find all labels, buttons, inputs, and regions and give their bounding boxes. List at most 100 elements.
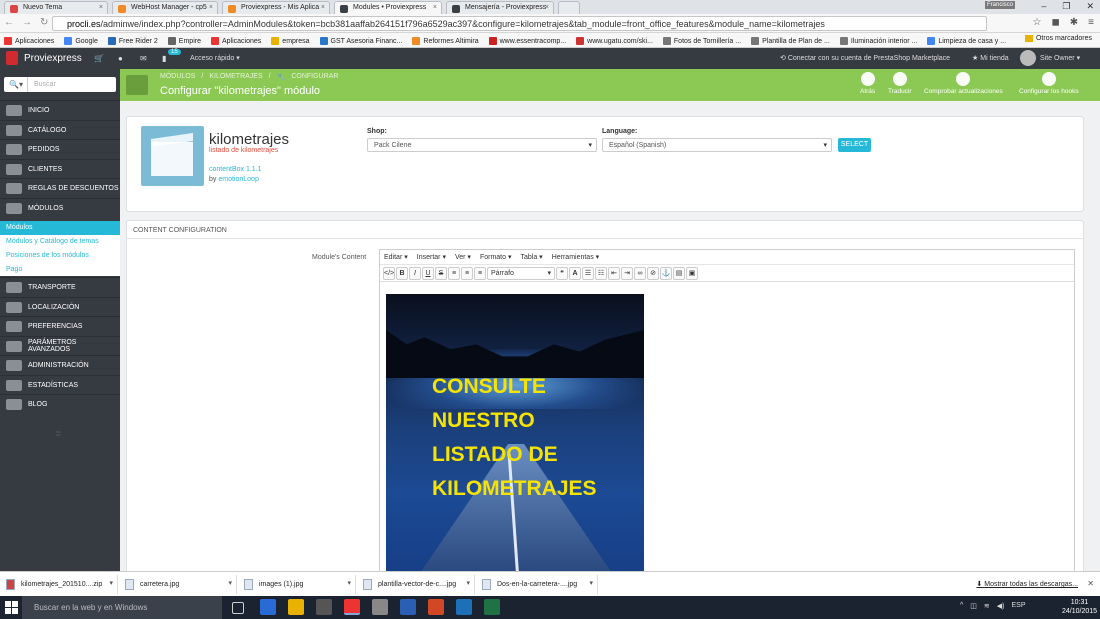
italic-icon[interactable]: I (409, 267, 421, 280)
check-updates-button[interactable]: Comprobar actualizaciones (924, 72, 1003, 95)
minimize-icon[interactable]: – (1041, 1, 1046, 12)
store-icon[interactable] (316, 599, 332, 615)
wifi-icon[interactable]: ≋ (984, 602, 990, 610)
rich-text-editor[interactable]: Editar ▾ Insertar ▾ Ver ▾ Formato ▾ Tabla ▾ H… (379, 249, 1075, 579)
excel-icon[interactable] (484, 599, 500, 615)
employee-menu[interactable]: Site Owner ▾ (1040, 54, 1080, 62)
source-code-icon[interactable]: </> (383, 267, 395, 280)
link-icon[interactable]: ∞ (634, 267, 646, 280)
align-right-icon[interactable]: ≡ (474, 267, 486, 280)
bookmark-item[interactable]: Limpieza de casa y ... (927, 35, 1006, 47)
back-icon[interactable]: ← (4, 17, 14, 28)
chrome-icon[interactable] (344, 599, 360, 615)
bookmark-item[interactable]: empresa (271, 35, 310, 47)
url-input[interactable]: procli.es/adminwe/index.php?controller=A… (52, 16, 987, 31)
bookmark-item[interactable]: www.essentracomp... (488, 35, 566, 47)
chevron-down-icon[interactable]: ▾ (109, 579, 113, 587)
star-icon[interactable]: ☆ (1032, 17, 1041, 28)
cart-icon[interactable]: 🛒 (94, 54, 104, 63)
powerpoint-icon[interactable] (428, 599, 444, 615)
edge-icon[interactable] (260, 599, 276, 615)
reload-icon[interactable]: ↻ (40, 17, 48, 28)
media-icon[interactable]: ▤ (673, 267, 685, 280)
close-icon[interactable]: × (209, 4, 213, 11)
image-icon[interactable]: ▣ (686, 267, 698, 280)
word-icon[interactable] (400, 599, 416, 615)
bookmark-item[interactable]: Aplicaciones (4, 35, 54, 47)
sidebar-item-preferencias[interactable]: Preferencias (0, 316, 120, 335)
sidebar-item-estadísticas[interactable]: Estadísticas (0, 375, 120, 394)
browser-tab-active[interactable]: Modules • Proviexpress × (334, 1, 442, 14)
taskbar-search-input[interactable]: Buscar en la web y en Windows (22, 596, 222, 619)
bookmark-item[interactable]: Google (64, 35, 98, 47)
browser-tab[interactable]: Mensajería - Proviexpress × (446, 1, 554, 14)
close-icon[interactable]: ✕ (1087, 579, 1094, 588)
anchor-icon[interactable]: ⚓ (660, 267, 672, 280)
close-icon[interactable]: × (545, 4, 549, 11)
download-item[interactable]: plantilla-vector-de-c....jpg ▾ (359, 575, 475, 594)
maximize-icon[interactable]: ❐ (1062, 1, 1070, 12)
chevron-down-icon[interactable]: ▾ (228, 579, 232, 587)
translate-button[interactable]: Traducir (888, 72, 912, 95)
editor-menu-item[interactable]: Formato ▾ (480, 253, 512, 264)
extension-icon[interactable]: ◼ (1051, 17, 1059, 28)
align-left-icon[interactable]: ≡ (448, 267, 460, 280)
text-color-icon[interactable]: A (569, 267, 581, 280)
bookmark-item[interactable]: Plantilla de Plan de ... (751, 35, 830, 47)
file-explorer-icon[interactable] (288, 599, 304, 615)
bookmark-item[interactable]: Reformes Altimira (412, 35, 479, 47)
sidebar-search[interactable]: 🔍▾ Buscar (4, 77, 116, 92)
back-button[interactable]: Atrás (860, 72, 875, 95)
download-item[interactable]: images (1).jpg ▾ (240, 575, 356, 594)
sidebar-item-inicio[interactable]: Inicio (0, 100, 120, 119)
indent-icon[interactable]: ⇥ (621, 267, 633, 280)
select-button[interactable]: SELECT (838, 138, 871, 152)
bookmark-item[interactable]: Free Rider 2 (107, 35, 158, 47)
search-input[interactable]: Buscar (34, 81, 56, 88)
sidebar-item-módulos[interactable]: Módulos (0, 198, 120, 217)
align-center-icon[interactable]: ≡ (461, 267, 473, 280)
download-item[interactable]: kilometrajes_201510....zip ▾ (2, 575, 118, 594)
close-icon[interactable]: × (433, 4, 437, 11)
download-item[interactable]: Dos-en-la-carretera-....jpg ▾ (478, 575, 598, 594)
sidebar-item-catálogo[interactable]: Catálogo (0, 120, 120, 139)
browser-tab[interactable]: Proviexpress - Mis Aplica × (222, 1, 330, 14)
clock[interactable]: 10:31 24/10/2015 (1062, 598, 1097, 616)
bold-icon[interactable]: B (396, 267, 408, 280)
editor-menu-item[interactable]: Herramientas ▾ (552, 253, 599, 264)
sidebar-subitem[interactable]: Módulos (0, 221, 120, 235)
chevron-down-icon[interactable]: ▾ (466, 579, 470, 587)
outdent-icon[interactable]: ⇤ (608, 267, 620, 280)
avatar[interactable] (1020, 50, 1036, 66)
sidebar-subitem[interactable]: Pago (0, 263, 120, 277)
bookmark-item[interactable]: Iluminación interior ... (839, 35, 917, 47)
sidebar-item-transporte[interactable]: Transporte (0, 277, 120, 296)
underline-icon[interactable]: U (422, 267, 434, 280)
sidebar-item-parámetros-avanzados[interactable]: Parámetros avanzados (0, 336, 120, 355)
search-icon[interactable]: 🔍▾ (4, 77, 28, 92)
browser-tab[interactable]: WebHost Manager - cp5 × (112, 1, 218, 14)
collapse-handle-icon[interactable]: ≣ (55, 429, 62, 438)
bookmark-item[interactable]: Empire (167, 35, 201, 47)
close-icon[interactable]: × (321, 4, 325, 11)
volume-icon[interactable]: ◀) (997, 602, 1005, 610)
bookmark-item[interactable]: www.ugatu.com/ski... (576, 35, 653, 47)
sidebar-item-clientes[interactable]: Clientes (0, 159, 120, 178)
menu-icon[interactable]: ≡ (1088, 17, 1094, 28)
network-icon[interactable]: ◫ (970, 602, 977, 610)
bookmark-item[interactable]: Aplicaciones (210, 35, 261, 47)
app-icon[interactable] (372, 599, 388, 615)
sidebar-item-administración[interactable]: Administración (0, 355, 120, 374)
sidebar-item-blog[interactable]: Blog (0, 394, 120, 413)
chevron-down-icon[interactable]: ▾ (589, 579, 593, 587)
breadcrumb-item[interactable]: KILOMETRAJES (209, 73, 262, 81)
close-window-icon[interactable]: ✕ (1086, 1, 1094, 12)
language-select[interactable]: Español (Spanish) ▾ (602, 138, 832, 152)
breadcrumb-item[interactable]: MÓDULOS (160, 73, 195, 81)
windows-start-icon[interactable] (5, 601, 18, 614)
sidebar-item-reglas-de-descuentos[interactable]: Reglas de descuentos (0, 178, 120, 197)
bookmark-item[interactable]: Fotos de Tornillería ... (662, 35, 741, 47)
sidebar-item-localización[interactable]: Localización (0, 297, 120, 316)
forward-icon[interactable]: → (22, 17, 32, 28)
blockquote-icon[interactable]: ❝ (556, 267, 568, 280)
